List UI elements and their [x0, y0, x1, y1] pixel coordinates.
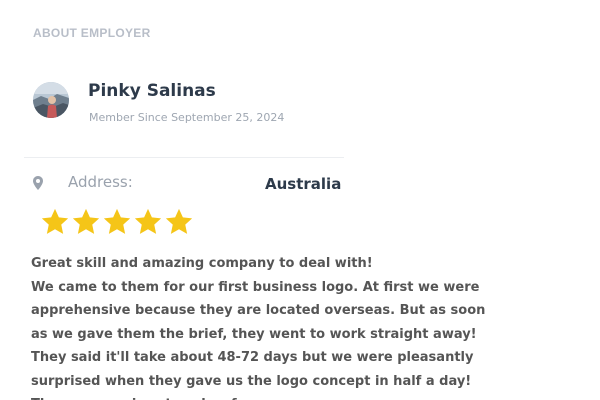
address-value: Australia — [265, 175, 342, 193]
star-icon — [41, 208, 69, 234]
section-title: ABOUT EMPLOYER — [33, 26, 151, 40]
map-pin-icon — [33, 175, 43, 190]
star-icon — [103, 208, 131, 234]
star-icon — [134, 208, 162, 234]
review-body: We came to them for our first business l… — [31, 279, 486, 400]
divider — [24, 157, 344, 158]
star-icon — [165, 208, 193, 234]
review-text: Great skill and amazing company to deal … — [31, 252, 506, 400]
address-label: Address: — [68, 173, 133, 191]
employer-avatar[interactable] — [33, 82, 69, 118]
star-rating — [40, 206, 194, 240]
member-since-text: Member Since September 25, 2024 — [89, 111, 285, 124]
star-icon — [72, 208, 100, 234]
employer-name[interactable]: Pinky Salinas — [88, 81, 216, 101]
review-headline: Great skill and amazing company to deal … — [31, 256, 373, 271]
avatar-image — [33, 82, 69, 118]
